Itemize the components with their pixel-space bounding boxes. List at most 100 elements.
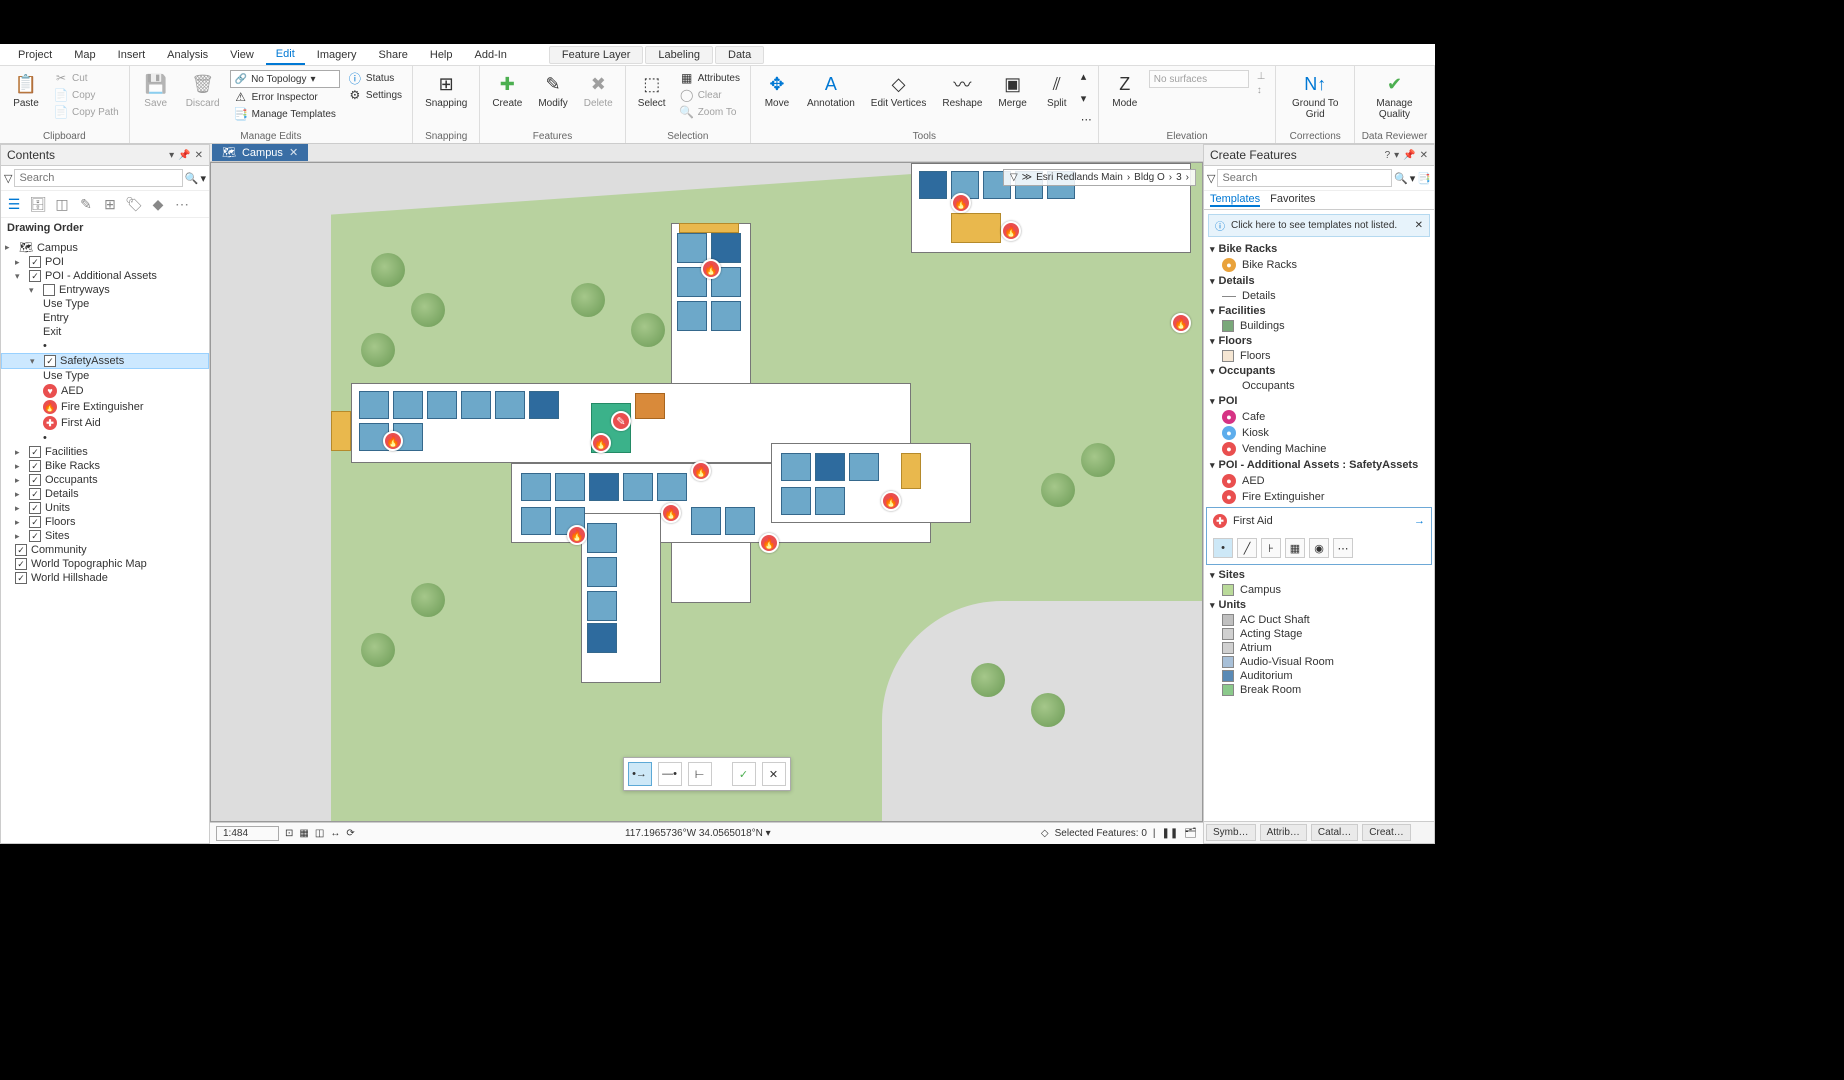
map-canvas[interactable]: 🔥 ✎ 🔥 🔥 🔥 🔥 🔥 🔥 🔥 🔥 🔥 🔥 ▽≫ Esri Redlands… — [210, 162, 1203, 822]
cf-template-item[interactable]: Floors — [1204, 349, 1434, 363]
vertex-tool-button[interactable]: ⊢ — [688, 762, 712, 786]
cf-search-icon[interactable]: 🔍 — [1394, 172, 1408, 185]
fire-marker[interactable]: 🔥 — [567, 525, 587, 545]
toc-entry[interactable]: Entry — [1, 311, 209, 325]
toc-sites[interactable]: ▸✓Sites — [1, 529, 209, 543]
menu-edit[interactable]: Edit — [266, 45, 305, 65]
more-icon[interactable]: ⋯ — [173, 195, 191, 213]
cf-group-header[interactable]: ▾ Sites — [1204, 567, 1434, 583]
toc-first-aid[interactable]: ✚First Aid — [1, 415, 209, 431]
cf-template-item[interactable]: ●Bike Racks — [1204, 257, 1434, 273]
fire-marker[interactable]: 🔥 — [701, 259, 721, 279]
cf-template-item[interactable]: Campus — [1204, 583, 1434, 597]
finish-button[interactable]: ✓ — [732, 762, 756, 786]
attributes-button[interactable]: ▦Attributes — [676, 70, 744, 86]
move-button[interactable]: ✥Move — [757, 70, 797, 111]
ground-grid-button[interactable]: N↑Ground To Grid — [1282, 70, 1348, 122]
menu-imagery[interactable]: Imagery — [307, 46, 367, 64]
error-inspector-button[interactable]: ⚠Error Inspector — [230, 89, 340, 105]
list-by-perf-icon[interactable]: ◆ — [149, 195, 167, 213]
clear-button[interactable]: ◯Clear — [676, 87, 744, 103]
toc-occupants[interactable]: ▸✓Occupants — [1, 473, 209, 487]
filter-icon[interactable]: ▽ — [4, 172, 12, 185]
cf-template-item[interactable]: Details — [1204, 289, 1434, 303]
list-by-drawing-icon[interactable]: ☰ — [5, 195, 23, 213]
ctx-data[interactable]: Data — [715, 46, 764, 64]
point-tool-button[interactable]: •→ — [628, 762, 652, 786]
menu-view[interactable]: View — [220, 46, 264, 64]
toc-entryways[interactable]: ▾Entryways — [1, 283, 209, 297]
sb-icon[interactable]: ▦ — [299, 828, 308, 839]
menu-share[interactable]: Share — [369, 46, 418, 64]
fire-marker[interactable]: 🔥 — [691, 461, 711, 481]
copy-button[interactable]: 📄Copy — [50, 87, 123, 103]
split-button[interactable]: ⫽Split — [1037, 70, 1077, 111]
cf-template-item[interactable]: Occupants — [1204, 379, 1434, 393]
contents-search-input[interactable] — [14, 169, 182, 187]
cf-tab-templates[interactable]: Templates — [1210, 193, 1260, 207]
elev-c2[interactable]: ↕ — [1253, 84, 1270, 97]
reshape-button[interactable]: 〰Reshape — [936, 70, 988, 111]
cf-template-item[interactable]: Auditorium — [1204, 669, 1434, 683]
toc-details[interactable]: ▸✓Details — [1, 487, 209, 501]
cf-template-item[interactable]: AC Duct Shaft — [1204, 613, 1434, 627]
cf-group-header[interactable]: ▾ Units — [1204, 597, 1434, 613]
toc-topo[interactable]: ✓World Topographic Map — [1, 557, 209, 571]
delete-button[interactable]: ✖Delete — [578, 70, 619, 111]
toc-exit[interactable]: Exit — [1, 325, 209, 339]
fire-marker[interactable]: 🔥 — [1001, 221, 1021, 241]
toc-floors[interactable]: ▸✓Floors — [1, 515, 209, 529]
cf-manage-icon[interactable]: 📑 — [1417, 172, 1431, 185]
fire-marker[interactable]: 🔥 — [591, 433, 611, 453]
menu-project[interactable]: Project — [8, 46, 62, 64]
select-button[interactable]: ⬚Select — [632, 70, 672, 111]
sb-icon[interactable]: ⊡ — [285, 828, 293, 839]
cf-template-item[interactable]: ●Fire Extinguisher — [1204, 489, 1434, 505]
tool-line[interactable]: ╱ — [1237, 538, 1257, 558]
tools-more-up[interactable]: ▴ — [1081, 70, 1092, 83]
modify-button[interactable]: ✎Modify — [532, 70, 573, 111]
document-tab-campus[interactable]: 🗺Campus✕ — [212, 144, 308, 161]
mode-button[interactable]: ZMode — [1105, 70, 1145, 111]
copypath-button[interactable]: 📄Copy Path — [50, 104, 123, 120]
fire-marker[interactable]: 🔥 — [951, 193, 971, 213]
search-icon[interactable]: 🔍 — [185, 172, 199, 185]
menu-addin[interactable]: Add-In — [465, 46, 517, 64]
edit-vertices-button[interactable]: ◇Edit Vertices — [865, 70, 933, 111]
menu-help[interactable]: Help — [420, 46, 463, 64]
toc-campus[interactable]: ▸🗺Campus — [1, 240, 209, 255]
info-close-icon[interactable]: ✕ — [1415, 220, 1423, 231]
zoomto-button[interactable]: 🔍Zoom To — [676, 104, 744, 120]
cf-template-item[interactable]: Buildings — [1204, 319, 1434, 333]
tool-point[interactable]: • — [1213, 538, 1233, 558]
tool-buffer[interactable]: ◉ — [1309, 538, 1329, 558]
dock-catalog[interactable]: Catal… — [1311, 824, 1358, 841]
fire-marker[interactable]: 🔥 — [759, 533, 779, 553]
list-by-source-icon[interactable]: 🗄 — [29, 195, 47, 213]
fire-marker[interactable]: 🔥 — [1171, 313, 1191, 333]
fire-marker[interactable]: ✎ — [611, 411, 631, 431]
fire-marker[interactable]: 🔥 — [661, 503, 681, 523]
topology-combo[interactable]: 🔗No Topology▾ — [230, 70, 340, 88]
cf-template-item[interactable]: Audio-Visual Room — [1204, 655, 1434, 669]
toc-poi-additional[interactable]: ▾✓POI - Additional Assets — [1, 269, 209, 283]
help-icon[interactable]: ? — [1385, 150, 1391, 161]
tool-along[interactable]: ⊦ — [1261, 538, 1281, 558]
pause-icon[interactable]: ❚❚ — [1162, 828, 1179, 839]
toc-safety-assets[interactable]: ▾✓SafetyAssets — [1, 353, 209, 369]
cf-template-first-aid[interactable]: ✚First Aid→•╱⊦▦◉⋯ — [1206, 507, 1432, 565]
cf-template-item[interactable]: Break Room — [1204, 683, 1434, 697]
elev-c1[interactable]: ⊥ — [1253, 70, 1270, 83]
list-by-selection-icon[interactable]: ◫ — [53, 195, 71, 213]
toc-facilities[interactable]: ▸✓Facilities — [1, 445, 209, 459]
cf-group-header[interactable]: ▾ Details — [1204, 273, 1434, 289]
pane-menu-icon[interactable]: 📌 — [178, 150, 190, 161]
surfaces-combo[interactable]: No surfaces — [1149, 70, 1249, 88]
cf-template-item[interactable]: ●Cafe — [1204, 409, 1434, 425]
bc-filter-icon[interactable]: ▽ — [1010, 172, 1018, 183]
map-floor-breadcrumb[interactable]: ▽≫ Esri Redlands Main› Bldg O› 3› — [1003, 169, 1196, 186]
list-by-editing-icon[interactable]: ✎ — [77, 195, 95, 213]
toc-aed[interactable]: ♥AED — [1, 383, 209, 399]
cf-group-header[interactable]: ▾ Occupants — [1204, 363, 1434, 379]
create-button[interactable]: ✚Create — [486, 70, 528, 111]
